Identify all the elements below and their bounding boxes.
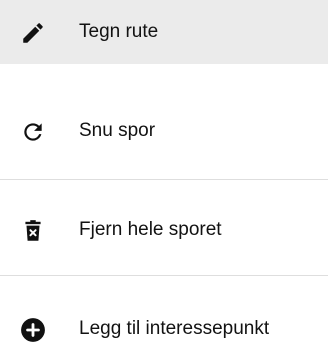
menu-item-label: Snu spor [79,120,156,141]
trash-icon [20,218,46,244]
menu-item-label: Legg til interessepunkt [79,318,270,339]
menu-item-draw-route[interactable]: Tegn rute [0,0,328,64]
menu-item-add-point-of-interest[interactable]: Legg til interessepunkt [0,276,328,345]
context-menu: Tegn rute Snu spor Fjern hele sporet Leg… [0,0,328,345]
menu-item-reverse-track[interactable]: Snu spor [0,64,328,180]
reverse-arrow-icon [20,119,46,145]
menu-item-label: Tegn rute [79,21,159,42]
menu-item-remove-track[interactable]: Fjern hele sporet [0,180,328,276]
pencil-icon [20,20,46,46]
plus-circle-icon [20,317,46,343]
menu-item-label: Fjern hele sporet [79,219,222,240]
